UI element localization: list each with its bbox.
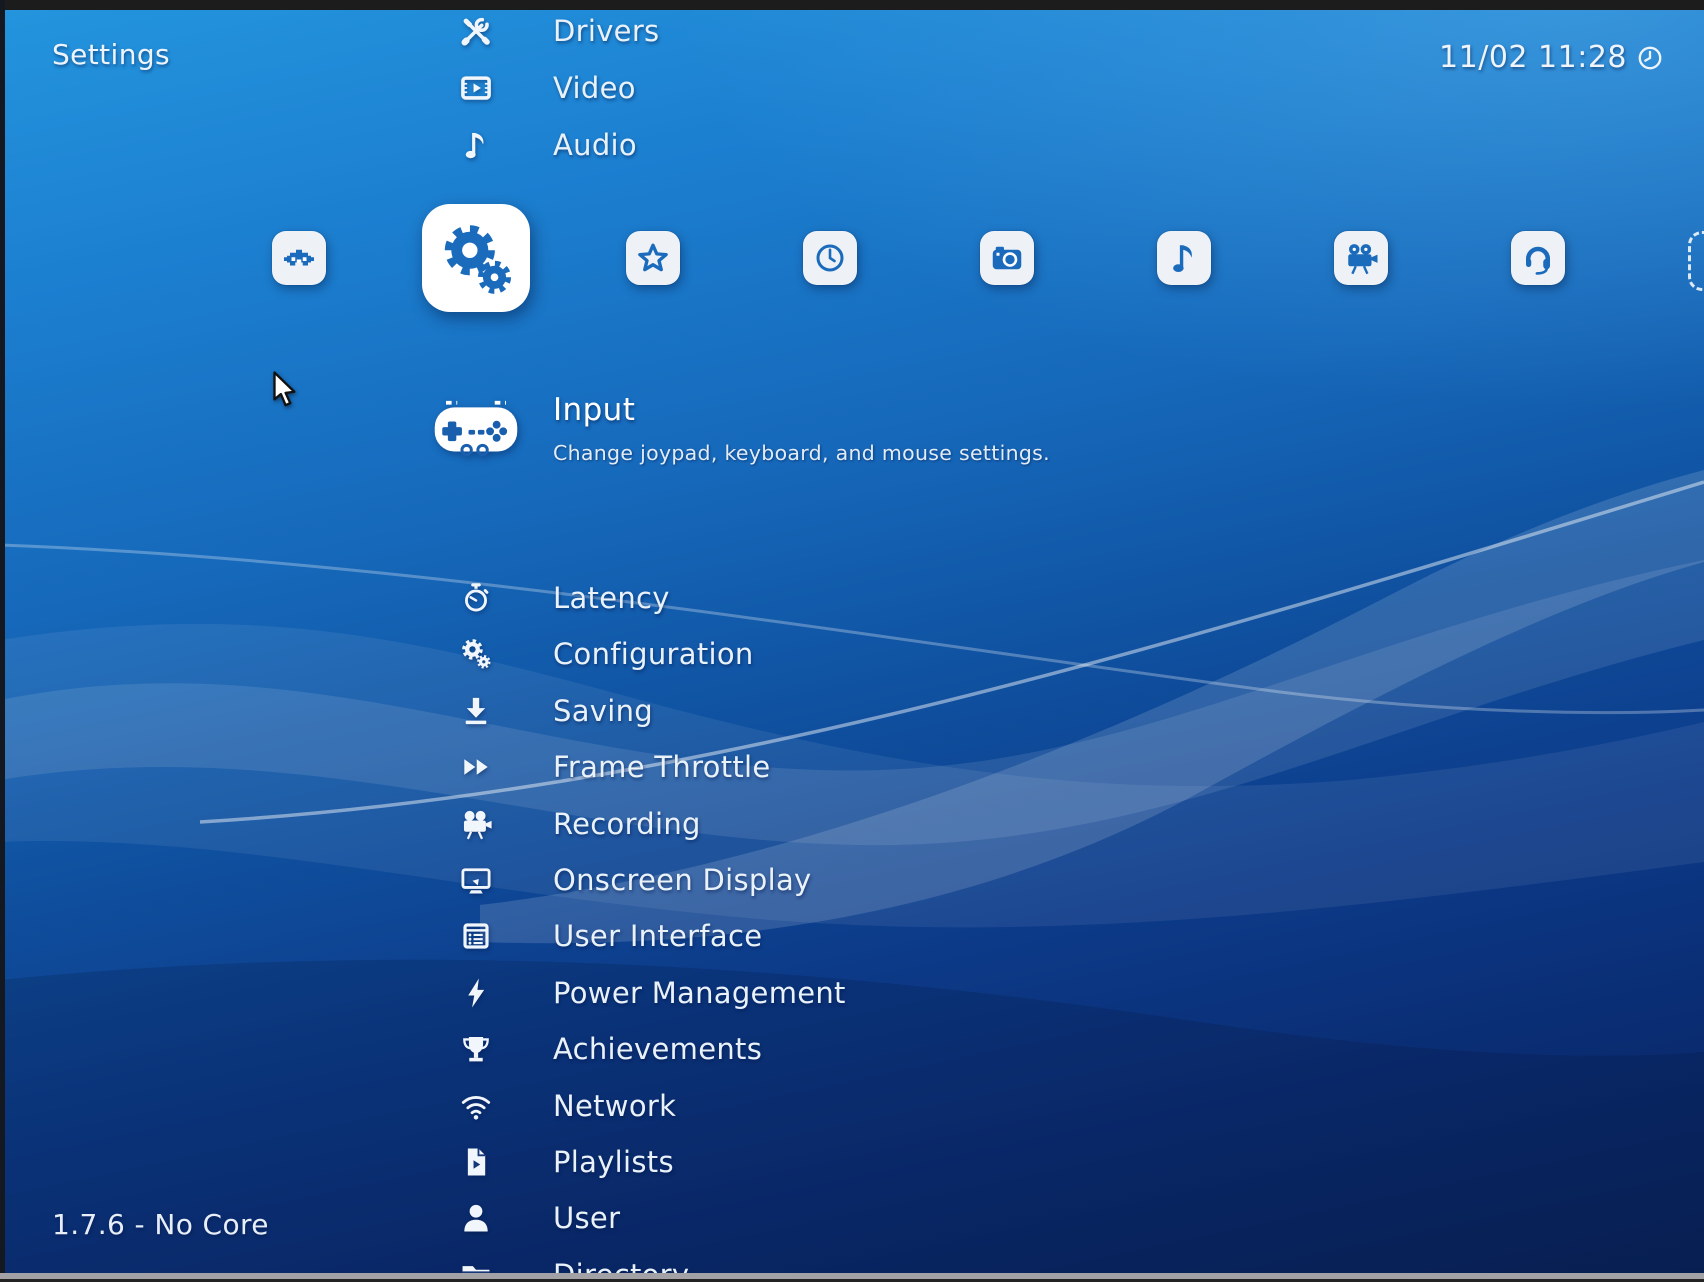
tab-settings[interactable]: [422, 204, 530, 312]
achievements-trophy-icon: [459, 1032, 493, 1066]
menu-item-label: User Interface: [553, 919, 762, 953]
tab-favorites[interactable]: [626, 231, 680, 285]
retroarch-xmb-screen: Settings 11/02 11:28 Drivers Video Audio I…: [0, 0, 1704, 1282]
selected-item-title: Input: [553, 392, 635, 428]
tab-history[interactable]: [803, 231, 857, 285]
network-wifi-icon: [459, 1089, 493, 1123]
audio-note-icon: [459, 128, 493, 162]
favorites-star-icon: [626, 231, 680, 285]
user-interface-icon: [459, 919, 493, 953]
music-note-icon: [1157, 231, 1211, 285]
input-gamepad-icon: [431, 394, 521, 462]
clock-text: 11/02 11:28: [1439, 40, 1627, 75]
power-lightning-icon: [459, 976, 493, 1010]
frame-throttle-icon: [459, 750, 493, 784]
version-label: 1.7.6 - No Core: [52, 1208, 269, 1241]
user-person-icon: [459, 1201, 493, 1235]
page-title: Settings: [52, 38, 170, 71]
mouse-cursor: [271, 371, 299, 409]
playlists-file-icon: [459, 1145, 493, 1179]
saving-download-icon: [459, 694, 493, 728]
window-border-top: [0, 0, 1704, 10]
menu-item-label: Video: [553, 71, 636, 105]
settings-gears-icon: [422, 204, 530, 312]
menu-item-label: Audio: [553, 128, 637, 162]
video-film-icon: [459, 71, 493, 105]
tab-netplay[interactable]: [1511, 231, 1565, 285]
retroarch-logo-icon: [272, 231, 326, 285]
status-clock-icon: [1636, 44, 1664, 72]
menu-item-label: Network: [553, 1089, 676, 1123]
menu-item-label: Power Management: [553, 976, 846, 1010]
recording-camcorder-icon: [459, 807, 493, 841]
tab-music[interactable]: [1157, 231, 1211, 285]
netplay-headset-icon: [1511, 231, 1565, 285]
tab-main-menu[interactable]: [272, 231, 326, 285]
drivers-icon: [459, 14, 493, 48]
tab-videos[interactable]: [1334, 231, 1388, 285]
menu-item-label: Playlists: [553, 1145, 674, 1179]
menu-item-label: Onscreen Display: [553, 863, 812, 897]
menu-item-label: Latency: [553, 581, 670, 615]
tab-images[interactable]: [980, 231, 1034, 285]
menu-item-label: User: [553, 1201, 620, 1235]
menu-item-label: Achievements: [553, 1032, 762, 1066]
images-camera-icon: [980, 231, 1034, 285]
selected-item-description: Change joypad, keyboard, and mouse setti…: [553, 441, 1050, 465]
menu-item-label: Configuration: [553, 637, 754, 671]
onscreen-display-icon: [459, 863, 493, 897]
window-border-left: [0, 0, 5, 1282]
configuration-gears-icon: [459, 637, 493, 671]
status-clock: 11/02 11:28: [1439, 40, 1664, 75]
menu-item-label: Saving: [553, 694, 653, 728]
menu-item-label: Recording: [553, 807, 701, 841]
history-clock-icon: [803, 231, 857, 285]
videos-camcorder-icon: [1334, 231, 1388, 285]
menu-item-label: Frame Throttle: [553, 750, 771, 784]
latency-stopwatch-icon: [459, 581, 493, 615]
tab-import-content[interactable]: [1688, 231, 1704, 291]
menu-item-label: Drivers: [553, 14, 659, 48]
